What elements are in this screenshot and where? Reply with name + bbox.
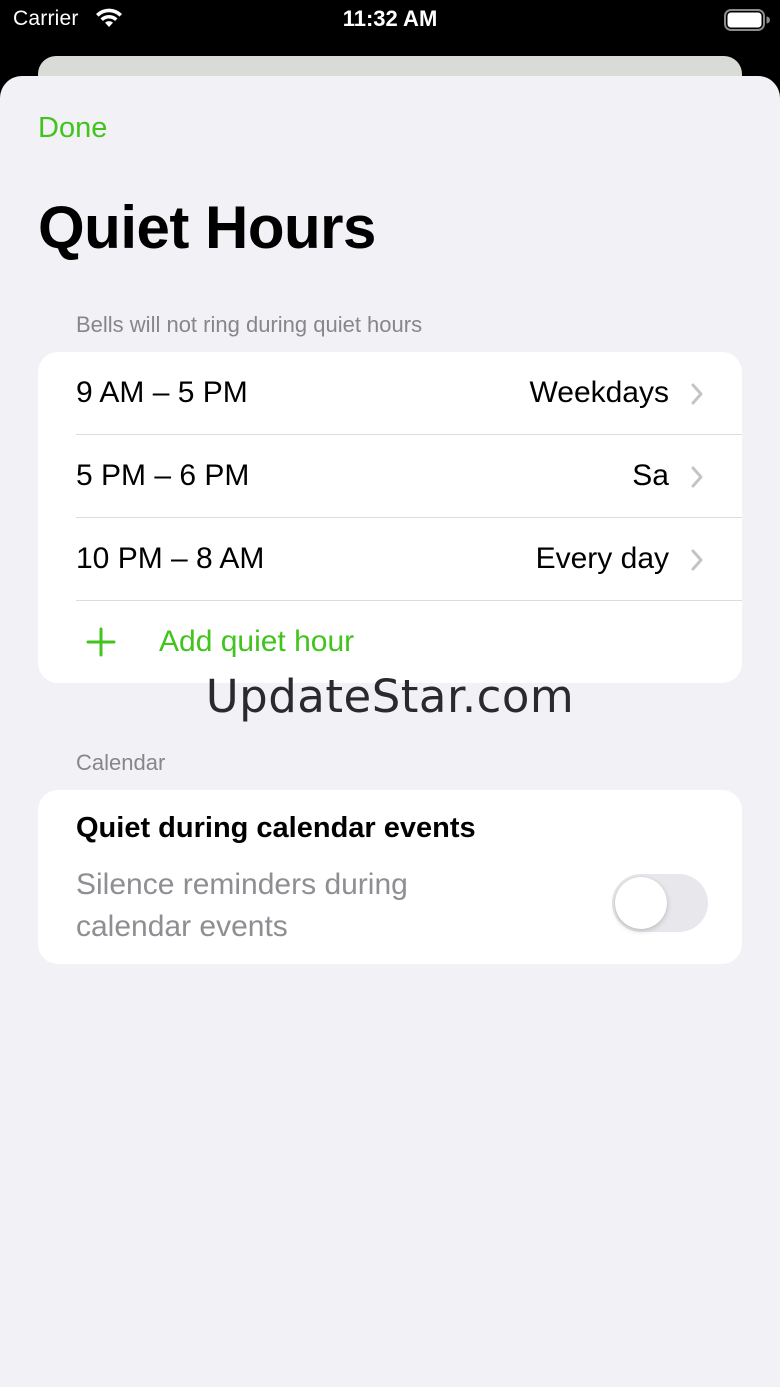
quiet-hour-row[interactable]: 9 AM – 5 PM Weekdays <box>38 352 742 435</box>
quiet-hour-time: 10 PM – 8 AM <box>76 542 265 575</box>
calendar-option-title: Quiet during calendar events <box>76 812 476 844</box>
chevron-right-icon <box>691 383 703 405</box>
chevron-right-icon <box>691 549 703 571</box>
quiet-hour-time: 5 PM – 6 PM <box>76 459 250 492</box>
quiet-hour-row[interactable]: 10 PM – 8 AM Every day <box>38 518 742 601</box>
chevron-right-icon <box>691 466 703 488</box>
page-title: Quiet Hours <box>38 194 376 261</box>
done-button[interactable]: Done <box>38 112 107 145</box>
calendar-quiet-toggle[interactable] <box>612 874 708 932</box>
quiet-hour-days: Every day <box>535 542 669 575</box>
clock-time: 11:32 AM <box>342 6 438 31</box>
quiet-hours-sheet: Done Quiet Hours Bells will not ring dur… <box>0 76 780 1387</box>
quiet-hour-row[interactable]: 5 PM – 6 PM Sa <box>38 435 742 518</box>
calendar-card: Quiet during calendar events Silence rem… <box>38 790 742 964</box>
watermark: UpdateStar.com <box>205 670 575 723</box>
status-bar: Carrier 11:32 AM <box>0 0 780 40</box>
quiet-hours-list: 9 AM – 5 PM Weekdays 5 PM – 6 PM Sa 10 P… <box>38 352 742 683</box>
add-quiet-hour-label: Add quiet hour <box>159 625 355 658</box>
quiet-hour-days: Weekdays <box>529 376 669 409</box>
toggle-knob <box>615 877 667 929</box>
quiet-hour-time: 9 AM – 5 PM <box>76 376 248 409</box>
quiet-hours-section-header: Bells will not ring during quiet hours <box>76 312 423 337</box>
plus-icon <box>86 627 116 657</box>
battery-icon <box>724 9 770 31</box>
calendar-option-subtitle: Silence reminders during calendar events <box>76 868 408 943</box>
quiet-hour-days: Sa <box>632 459 669 492</box>
calendar-section-header: Calendar <box>76 750 166 775</box>
